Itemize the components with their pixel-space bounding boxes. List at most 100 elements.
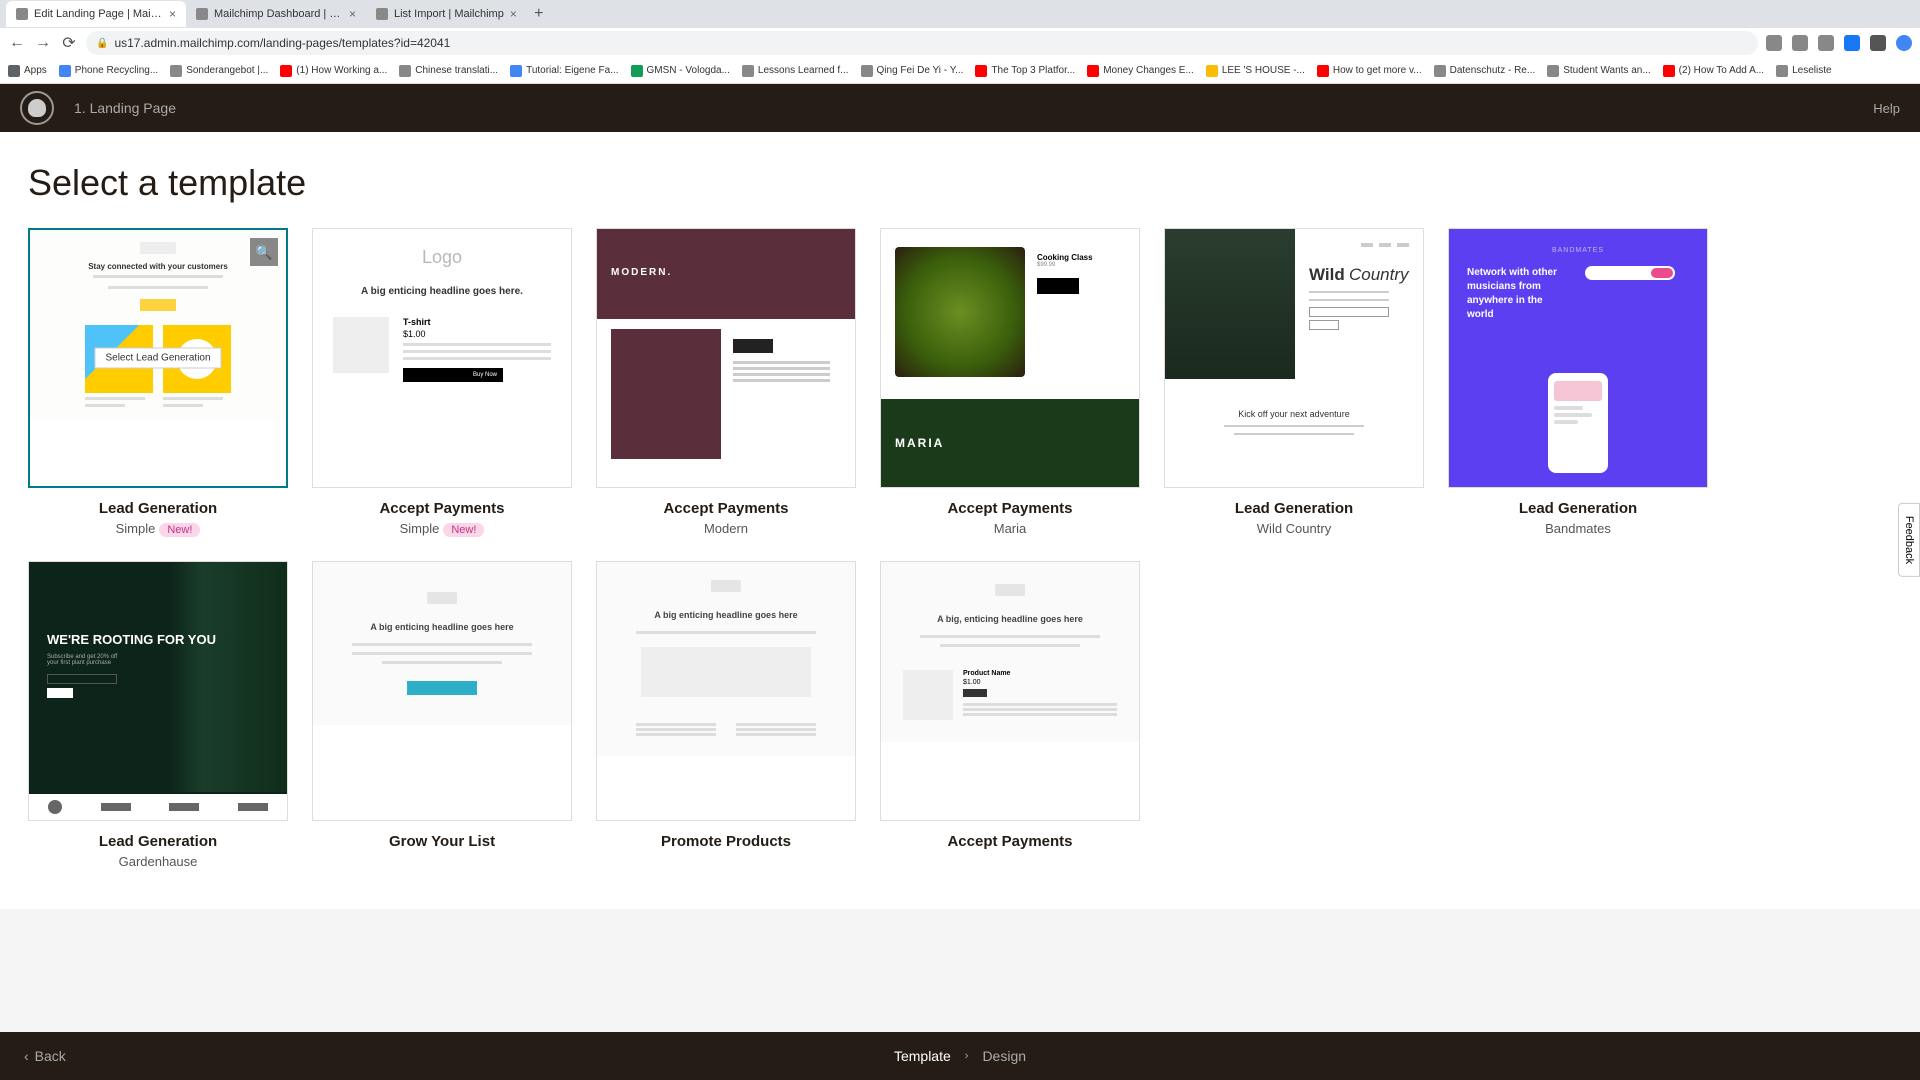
close-icon[interactable]: ×	[510, 7, 517, 21]
template-thumbnail[interactable]: Cooking Class$99.99MARIA	[880, 228, 1140, 488]
bookmark-item[interactable]: How to get more v...	[1317, 65, 1422, 77]
new-tab-button[interactable]: +	[527, 2, 551, 26]
close-icon[interactable]: ×	[349, 7, 356, 21]
browser-tab-1[interactable]: Mailchimp Dashboard | Mailc... ×	[186, 1, 366, 27]
reload-icon[interactable]: ⟳	[60, 34, 78, 52]
template-card[interactable]: LogoA big enticing headline goes here.T-…	[312, 228, 572, 537]
tab-title: Mailchimp Dashboard | Mailc...	[214, 8, 343, 20]
bookmark-item[interactable]: Apps	[8, 65, 47, 77]
template-thumbnail[interactable]: A big enticing headline goes here	[312, 561, 572, 821]
bookmark-favicon	[1317, 65, 1329, 77]
bookmark-favicon	[1547, 65, 1559, 77]
bookmark-label: Chinese translati...	[415, 65, 498, 76]
template-card[interactable]: BANDMATESNetwork with other musicians fr…	[1448, 228, 1708, 537]
bookmark-favicon	[59, 65, 71, 77]
browser-tab-0[interactable]: Edit Landing Page | Mailchimp ×	[6, 1, 186, 27]
template-thumbnail[interactable]: Wild CountryKick off your next adventure	[1164, 228, 1424, 488]
mailchimp-logo-icon[interactable]	[20, 91, 54, 125]
template-card[interactable]: Stay connected with your customers🔍Selec…	[28, 228, 288, 537]
template-thumbnail[interactable]: LogoA big enticing headline goes here.T-…	[312, 228, 572, 488]
profile-icon[interactable]	[1896, 35, 1912, 51]
bookmark-item[interactable]: GMSN - Vologda...	[631, 65, 730, 77]
bookmark-item[interactable]: Datenschutz - Re...	[1434, 65, 1536, 77]
bookmark-item[interactable]: Leseliste	[1776, 65, 1831, 77]
footer-bar: ‹ Back Template › Design	[0, 1032, 1920, 1080]
bookmark-item[interactable]: LEE 'S HOUSE -...	[1206, 65, 1305, 77]
template-title: Accept Payments	[880, 500, 1140, 517]
bookmarks-bar: Apps Phone Recycling... Sonderangebot |...…	[0, 58, 1920, 84]
template-card[interactable]: A big enticing headline goes here Promot…	[596, 561, 856, 869]
bookmark-item[interactable]: Money Changes E...	[1087, 65, 1194, 77]
bookmark-item[interactable]: Phone Recycling...	[59, 65, 158, 77]
bookmark-favicon	[1206, 65, 1218, 77]
ext-icon[interactable]	[1844, 35, 1860, 51]
url-text: us17.admin.mailchimp.com/landing-pages/t…	[114, 36, 450, 50]
template-thumbnail[interactable]: MODERN.	[596, 228, 856, 488]
bookmark-item[interactable]: Tutorial: Eigene Fa...	[510, 65, 618, 77]
browser-chrome: Edit Landing Page | Mailchimp × Mailchim…	[0, 0, 1920, 84]
bookmark-label: (1) How Working a...	[296, 65, 387, 76]
template-title: Accept Payments	[880, 833, 1140, 850]
template-subtitle: Wild Country	[1164, 521, 1424, 536]
favicon	[16, 8, 28, 20]
template-subtitle: SimpleNew!	[28, 521, 288, 537]
favicon	[376, 8, 388, 20]
template-title: Accept Payments	[596, 500, 856, 517]
step-template[interactable]: Template	[894, 1048, 951, 1064]
bookmark-label: Leseliste	[1792, 65, 1831, 76]
puzzle-icon[interactable]	[1870, 35, 1886, 51]
new-badge: New!	[443, 523, 484, 537]
template-card[interactable]: Wild CountryKick off your next adventure…	[1164, 228, 1424, 537]
template-subtitle: Modern	[596, 521, 856, 536]
forward-icon[interactable]: →	[34, 34, 52, 52]
bookmark-label: Phone Recycling...	[75, 65, 158, 76]
bookmark-item[interactable]: Qing Fei De Yi - Y...	[861, 65, 964, 77]
template-thumbnail[interactable]: A big enticing headline goes here	[596, 561, 856, 821]
template-thumbnail[interactable]: WE'RE ROOTING FOR YOUSubscribe and get 2…	[28, 561, 288, 821]
bookmark-item[interactable]: The Top 3 Platfor...	[975, 65, 1075, 77]
bookmark-label: Sonderangebot |...	[186, 65, 268, 76]
help-link[interactable]: Help	[1873, 101, 1900, 116]
template-thumbnail[interactable]: BANDMATESNetwork with other musicians fr…	[1448, 228, 1708, 488]
back-icon[interactable]: ←	[8, 34, 26, 52]
template-card[interactable]: WE'RE ROOTING FOR YOUSubscribe and get 2…	[28, 561, 288, 869]
ext-icon[interactable]	[1792, 35, 1808, 51]
template-title: Lead Generation	[1448, 500, 1708, 517]
bookmark-label: Qing Fei De Yi - Y...	[877, 65, 964, 76]
url-field[interactable]: 🔒 us17.admin.mailchimp.com/landing-pages…	[86, 31, 1758, 55]
browser-tab-2[interactable]: List Import | Mailchimp ×	[366, 1, 527, 27]
close-icon[interactable]: ×	[169, 7, 176, 21]
extension-icons	[1766, 35, 1912, 51]
ext-icon[interactable]	[1766, 35, 1782, 51]
bookmark-label: Student Wants an...	[1563, 65, 1650, 76]
template-thumbnail[interactable]: Stay connected with your customers🔍Selec…	[28, 228, 288, 488]
bookmark-favicon	[170, 65, 182, 77]
feedback-tab[interactable]: Feedback	[1898, 503, 1920, 577]
template-card[interactable]: A big, enticing headline goes hereProduc…	[880, 561, 1140, 869]
template-title: Accept Payments	[312, 500, 572, 517]
chevron-right-icon: ›	[965, 1050, 969, 1062]
tab-title: Edit Landing Page | Mailchimp	[34, 8, 163, 20]
template-card[interactable]: Cooking Class$99.99MARIA Accept Payments…	[880, 228, 1140, 537]
template-title: Lead Generation	[28, 500, 288, 517]
template-subtitle: Maria	[880, 521, 1140, 536]
zoom-icon[interactable]: 🔍	[250, 238, 278, 266]
tab-title: List Import | Mailchimp	[394, 8, 504, 20]
star-icon[interactable]	[1818, 35, 1834, 51]
back-button[interactable]: ‹ Back	[24, 1048, 66, 1064]
bookmark-label: GMSN - Vologda...	[647, 65, 730, 76]
bookmark-item[interactable]: Chinese translati...	[399, 65, 498, 77]
bookmark-favicon	[1663, 65, 1675, 77]
bookmark-item[interactable]: Lessons Learned f...	[742, 65, 849, 77]
bookmark-item[interactable]: (2) How To Add A...	[1663, 65, 1764, 77]
bookmark-item[interactable]: Sonderangebot |...	[170, 65, 268, 77]
bookmark-favicon	[1776, 65, 1788, 77]
template-thumbnail[interactable]: A big, enticing headline goes hereProduc…	[880, 561, 1140, 821]
template-card[interactable]: A big enticing headline goes here Grow Y…	[312, 561, 572, 869]
bookmark-favicon	[1434, 65, 1446, 77]
bookmark-item[interactable]: Student Wants an...	[1547, 65, 1650, 77]
bookmark-item[interactable]: (1) How Working a...	[280, 65, 387, 77]
step-design[interactable]: Design	[982, 1048, 1026, 1064]
template-grid: Stay connected with your customers🔍Selec…	[28, 228, 1892, 869]
template-card[interactable]: MODERN. Accept Payments Modern	[596, 228, 856, 537]
